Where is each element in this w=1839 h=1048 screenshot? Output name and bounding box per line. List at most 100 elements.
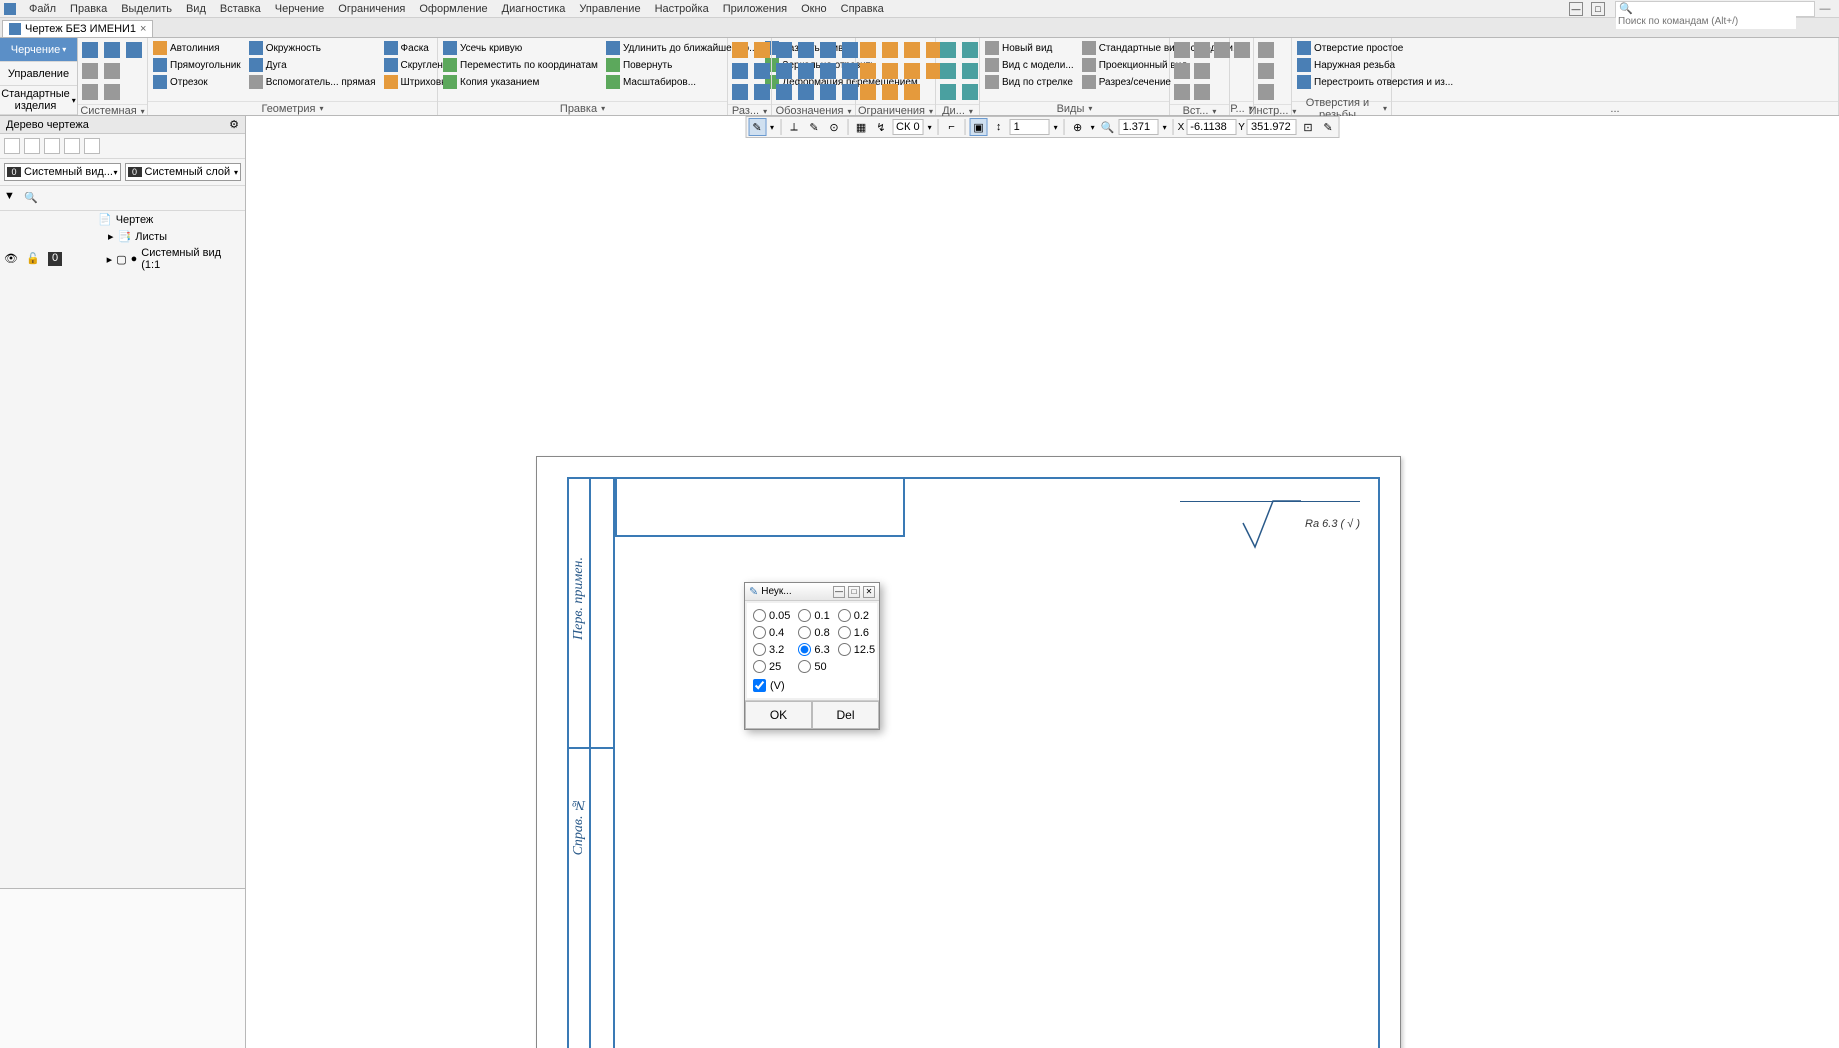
con6[interactable] (880, 82, 900, 102)
annot9[interactable] (818, 82, 838, 102)
ws-tab-std-parts[interactable]: Стандартные изделия▾ (0, 86, 77, 115)
open-doc-button[interactable] (102, 40, 122, 60)
con2[interactable] (858, 61, 878, 81)
tool2[interactable] (1256, 61, 1276, 81)
tree-tool1[interactable] (4, 138, 20, 154)
radio-0.1[interactable]: 0.1 (798, 609, 829, 622)
ins7[interactable] (1192, 82, 1212, 102)
annot3[interactable] (774, 82, 794, 102)
newview-button[interactable]: Новый вид (982, 40, 1077, 56)
diag5[interactable] (960, 61, 980, 81)
menu-view[interactable]: Вид (179, 3, 213, 15)
dim6-button[interactable] (752, 82, 772, 102)
ortho-toggle[interactable]: ⌐ (943, 118, 961, 136)
radio-3.2[interactable]: 3.2 (753, 643, 790, 656)
snap-mid[interactable]: ✎ (805, 118, 823, 136)
con5[interactable] (880, 61, 900, 81)
menu-design[interactable]: Оформление (412, 3, 494, 15)
cs-field[interactable]: СК 0 (892, 119, 924, 135)
annot7[interactable] (818, 40, 838, 60)
menu-select[interactable]: Выделить (114, 3, 179, 15)
radio-1.6[interactable]: 1.6 (838, 626, 875, 639)
filter-icon[interactable]: ▼ (4, 190, 20, 206)
con1[interactable] (858, 40, 878, 60)
radio-6.3[interactable]: 6.3 (798, 643, 829, 656)
move-coord-button[interactable]: Переместить по координатам (440, 57, 601, 73)
roughness-dialog[interactable]: ✎ Неук... — □ ✕ 0.05 0.1 0.2 0.4 0.8 1.6… (744, 582, 880, 730)
arc-button[interactable]: Дуга (246, 57, 379, 73)
tool3[interactable] (1256, 82, 1276, 102)
ins2[interactable] (1192, 40, 1212, 60)
rep1[interactable] (1232, 40, 1252, 60)
con7[interactable] (902, 40, 922, 60)
tree-search-input[interactable] (24, 192, 241, 204)
snap-endpoint[interactable]: ⟂ (785, 118, 803, 136)
zoom-fit[interactable]: ⊕ (1069, 118, 1087, 136)
dialog-max-icon[interactable]: □ (848, 586, 860, 598)
tree-tool5[interactable] (84, 138, 100, 154)
coord-tool1[interactable]: ⊡ (1299, 118, 1317, 136)
tree-sysview[interactable]: 👁 🔓 0 ▸▢●Системный вид (1:1 (0, 245, 245, 273)
rect-button[interactable]: Прямоугольник (150, 57, 244, 73)
modelview-button[interactable]: Вид с модели... (982, 57, 1077, 73)
param-toggle[interactable]: ▣ (970, 118, 988, 136)
diag6[interactable] (960, 82, 980, 102)
dialog-close-icon[interactable]: ✕ (863, 586, 875, 598)
con9[interactable] (902, 82, 922, 102)
coord-tool2[interactable]: ✎ (1319, 118, 1337, 136)
annot1[interactable] (774, 40, 794, 60)
menu-help[interactable]: Справка (834, 3, 891, 15)
gear-icon[interactable]: ⚙ (229, 118, 239, 131)
snap-center[interactable]: ⊙ (825, 118, 843, 136)
redo-button[interactable] (102, 82, 122, 102)
menu-manage[interactable]: Управление (572, 3, 647, 15)
diag1[interactable] (938, 40, 958, 60)
con4[interactable] (880, 40, 900, 60)
undo-button[interactable] (80, 82, 100, 102)
layer-dropdown[interactable]: 0 Системный слой ▾ (125, 163, 242, 181)
zoom-field[interactable]: 1.371 (1119, 119, 1159, 135)
dim3-button[interactable] (730, 82, 750, 102)
tree-sheets[interactable]: ▸📑Листы (0, 228, 245, 245)
ws-tab-drawing[interactable]: Черчение▾ (0, 38, 77, 62)
con8[interactable] (902, 61, 922, 81)
segment-button[interactable]: Отрезок (150, 74, 244, 90)
radio-25[interactable]: 25 (753, 660, 790, 673)
tree-tool2[interactable] (24, 138, 40, 154)
radio-0.8[interactable]: 0.8 (798, 626, 829, 639)
roughness-symbol[interactable]: Ra 6.3 ( √ ) (1241, 497, 1360, 551)
expand-icon2[interactable]: ▸ (107, 253, 113, 266)
tool1[interactable] (1256, 40, 1276, 60)
cs-icon[interactable]: ↯ (872, 118, 890, 136)
save-doc-button[interactable] (124, 40, 144, 60)
copy-button[interactable]: Копия указанием (440, 74, 601, 90)
dim2-button[interactable] (730, 61, 750, 81)
annot2[interactable] (774, 61, 794, 81)
ws-tab-manage[interactable]: Управление (0, 62, 77, 86)
visibility-icon[interactable]: 👁 (4, 252, 18, 266)
diag2[interactable] (938, 61, 958, 81)
menu-apps[interactable]: Приложения (716, 3, 794, 15)
radio-0.2[interactable]: 0.2 (838, 609, 875, 622)
checkbox-v[interactable]: (V) (753, 679, 871, 692)
command-search[interactable]: 🔍 (1615, 1, 1815, 17)
menu-insert[interactable]: Вставка (213, 3, 268, 15)
menu-constraints[interactable]: Ограничения (331, 3, 412, 15)
zoom-icon[interactable]: 🔍 (1099, 118, 1117, 136)
grid-toggle[interactable]: ▦ (852, 118, 870, 136)
diag3[interactable] (938, 82, 958, 102)
con3[interactable] (858, 82, 878, 102)
diag4[interactable] (960, 40, 980, 60)
step-icon[interactable]: ↕ (990, 118, 1008, 136)
document-tab[interactable]: Чертеж БЕЗ ИМЕНИ1 × (2, 20, 153, 37)
preview-button[interactable] (102, 61, 122, 81)
ins3[interactable] (1212, 40, 1232, 60)
ins6[interactable] (1172, 82, 1192, 102)
close-tab-icon[interactable]: × (140, 23, 146, 35)
view-dropdown[interactable]: 0 Системный вид... ▾ (4, 163, 121, 181)
radio-12.5[interactable]: 12.5 (838, 643, 875, 656)
annot8[interactable] (818, 61, 838, 81)
tree-root[interactable]: 📄Чертеж (0, 211, 245, 228)
y-field[interactable]: 351.972 (1247, 119, 1297, 135)
menu-drawing[interactable]: Черчение (268, 3, 332, 15)
